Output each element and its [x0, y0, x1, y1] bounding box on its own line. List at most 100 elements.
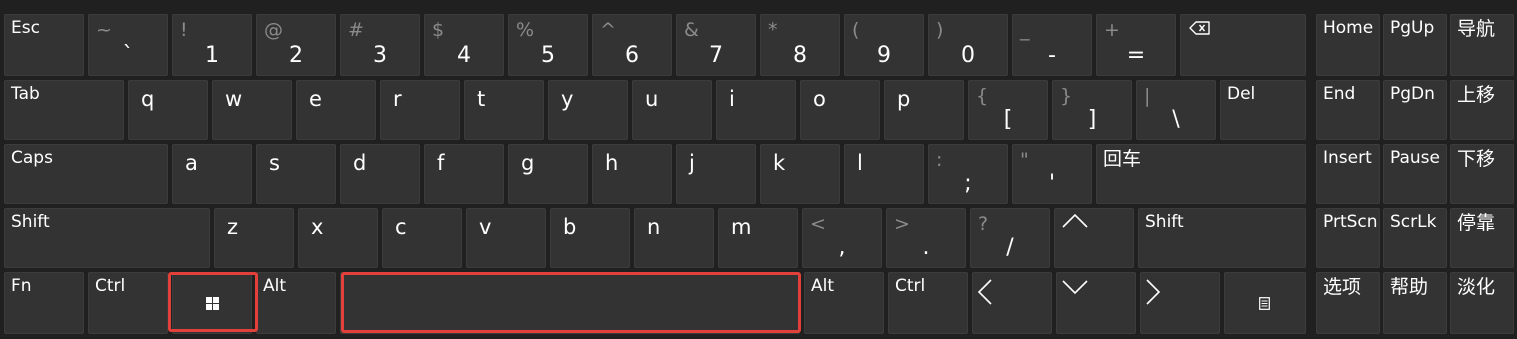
key-d[interactable]: d [340, 144, 420, 204]
key-r[interactable]: r [380, 80, 460, 140]
key-s[interactable]: s [256, 144, 336, 204]
key-9[interactable]: ( 9 [844, 14, 924, 76]
key-label: PgDn [1390, 84, 1435, 104]
key-m[interactable]: m [718, 208, 798, 268]
key-move-up[interactable]: 上移 [1450, 80, 1514, 140]
key-f[interactable]: f [424, 144, 504, 204]
backspace-icon [1189, 21, 1210, 35]
key-arrow-up[interactable] [1054, 208, 1134, 268]
key-del[interactable]: Del [1220, 80, 1306, 140]
key-period[interactable]: > . [886, 208, 966, 268]
key-slash[interactable]: ? / [970, 208, 1050, 268]
key-quote[interactable]: " ' [1012, 144, 1092, 204]
key-ctrl-right[interactable]: Ctrl [888, 272, 968, 334]
key-dock[interactable]: 停靠 [1450, 208, 1514, 268]
key-0[interactable]: ) 0 [928, 14, 1008, 76]
key-w[interactable]: w [212, 80, 292, 140]
key-right-bracket[interactable]: } ] [1052, 80, 1132, 140]
key-v[interactable]: v [466, 208, 546, 268]
key-shift-label: : [936, 149, 943, 171]
key-o[interactable]: o [800, 80, 880, 140]
key-menu[interactable] [1224, 272, 1306, 334]
key-k[interactable]: k [760, 144, 840, 204]
key-shift-label: < [810, 213, 826, 235]
key-pause[interactable]: Pause [1383, 144, 1447, 204]
key-h[interactable]: h [592, 144, 672, 204]
key-left-bracket[interactable]: { [ [968, 80, 1048, 140]
key-fn[interactable]: Fn [4, 272, 84, 334]
key-insert[interactable]: Insert [1316, 144, 1380, 204]
key-7[interactable]: & 7 [676, 14, 756, 76]
key-8[interactable]: * 8 [760, 14, 840, 76]
key-semicolon[interactable]: : ; [928, 144, 1008, 204]
key-help[interactable]: 帮助 [1383, 272, 1447, 334]
key-space[interactable] [340, 272, 800, 334]
key-move-down[interactable]: 下移 [1450, 144, 1514, 204]
key-fade[interactable]: 淡化 [1450, 272, 1514, 334]
key-a[interactable]: a [172, 144, 252, 204]
key-minus[interactable]: _ - [1012, 14, 1092, 76]
key-home[interactable]: Home [1316, 14, 1380, 76]
key-i[interactable]: i [716, 80, 796, 140]
key-4[interactable]: $ 4 [424, 14, 504, 76]
key-2[interactable]: @ 2 [256, 14, 336, 76]
key-6[interactable]: ^ 6 [592, 14, 672, 76]
key-backtick[interactable]: ~ ` [88, 14, 168, 76]
key-scrlk[interactable]: ScrLk [1383, 208, 1447, 268]
key-x[interactable]: x [298, 208, 378, 268]
key-q[interactable]: q [128, 80, 208, 140]
key-alt-right[interactable]: Alt [804, 272, 884, 334]
key-5[interactable]: % 5 [508, 14, 588, 76]
key-shift-label: } [1060, 85, 1073, 107]
key-comma[interactable]: < , [802, 208, 882, 268]
key-prtscn[interactable]: PrtScn [1316, 208, 1380, 268]
key-tab[interactable]: Tab [4, 80, 124, 140]
key-arrow-right[interactable] [1140, 272, 1220, 334]
key-pgdn[interactable]: PgDn [1383, 80, 1447, 140]
key-j[interactable]: j [676, 144, 756, 204]
key-u[interactable]: u [632, 80, 712, 140]
key-main-label: e [309, 87, 322, 111]
key-main-label: b [563, 215, 577, 239]
key-z[interactable]: z [214, 208, 294, 268]
key-shift-label: & [684, 19, 699, 41]
key-1[interactable]: ! 1 [172, 14, 252, 76]
key-main-label: . [922, 235, 930, 260]
key-b[interactable]: b [550, 208, 630, 268]
key-shift-label: { [976, 85, 989, 107]
key-ctrl-left[interactable]: Ctrl [88, 272, 168, 334]
key-label: Del [1227, 84, 1256, 104]
key-g[interactable]: g [508, 144, 588, 204]
key-shift-left[interactable]: Shift [4, 208, 210, 268]
key-main-label: , [838, 235, 846, 260]
key-options[interactable]: 选项 [1316, 272, 1380, 334]
key-end[interactable]: End [1316, 80, 1380, 140]
key-main-label: v [479, 215, 492, 239]
key-label: Shift [11, 212, 50, 232]
key-y[interactable]: y [548, 80, 628, 140]
key-caps[interactable]: Caps [4, 144, 168, 204]
key-windows[interactable] [172, 272, 252, 334]
key-shift-label: # [348, 19, 364, 41]
key-n[interactable]: n [634, 208, 714, 268]
key-arrow-down[interactable] [1056, 272, 1136, 334]
key-l[interactable]: l [844, 144, 924, 204]
key-alt-left[interactable]: Alt [256, 272, 336, 334]
key-3[interactable]: # 3 [340, 14, 420, 76]
key-pgup[interactable]: PgUp [1383, 14, 1447, 76]
key-backspace[interactable] [1180, 14, 1306, 76]
key-main-label: t [477, 87, 486, 111]
key-backslash[interactable]: | \ [1136, 80, 1216, 140]
key-esc[interactable]: Esc [4, 14, 84, 76]
key-enter[interactable]: 回车 [1096, 144, 1306, 204]
key-e[interactable]: e [296, 80, 376, 140]
key-label: Caps [11, 148, 53, 168]
key-nav[interactable]: 导航 [1450, 14, 1514, 76]
key-t[interactable]: t [464, 80, 544, 140]
key-main-label: p [897, 87, 911, 111]
key-arrow-left[interactable] [972, 272, 1052, 334]
key-p[interactable]: p [884, 80, 964, 140]
key-shift-right[interactable]: Shift [1138, 208, 1306, 268]
key-c[interactable]: c [382, 208, 462, 268]
key-equals[interactable]: + = [1096, 14, 1176, 76]
